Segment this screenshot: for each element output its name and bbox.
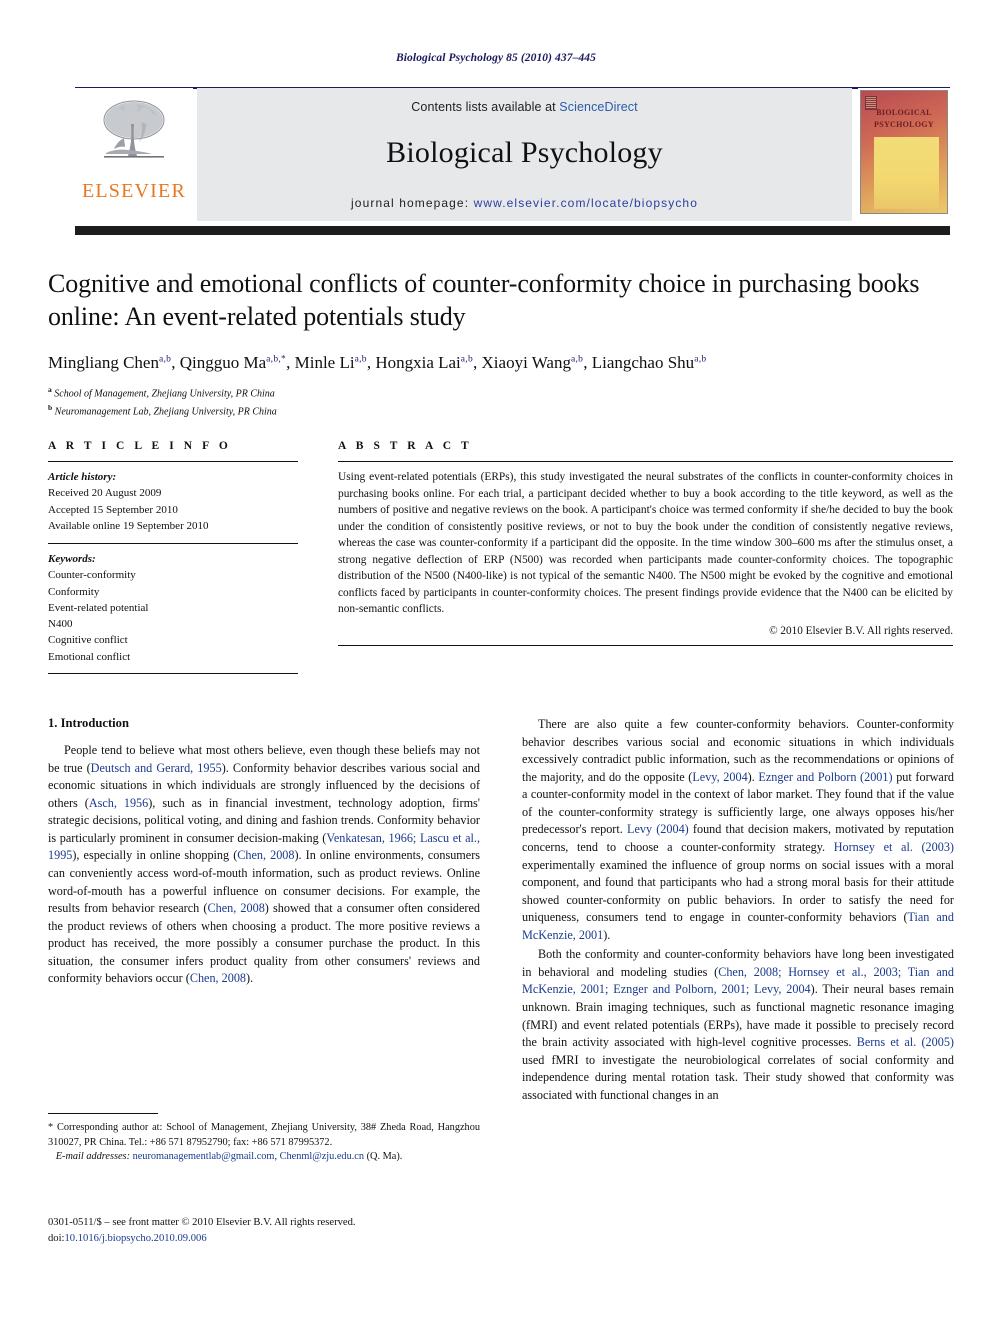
paragraph-text: ). xyxy=(747,769,759,784)
body-column-left: 1. Introduction People tend to believe w… xyxy=(48,716,480,1106)
email-link-1[interactable]: neuromanagementlab@gmail.com xyxy=(133,1151,275,1162)
citation-link[interactable]: Chen, 2008 xyxy=(190,971,246,985)
keywords-list: Counter-conformity Conformity Event-rela… xyxy=(48,567,298,665)
body-paragraph: People tend to believe what most others … xyxy=(48,742,480,988)
abstract-bottom-rule xyxy=(338,644,953,646)
page-title: Cognitive and emotional conflicts of cou… xyxy=(48,269,920,331)
body-columns: 1. Introduction People tend to believe w… xyxy=(48,716,954,1106)
sciencedirect-link[interactable]: ScienceDirect xyxy=(559,100,637,114)
running-head: Biological Psychology 85 (2010) 437–445 xyxy=(395,52,597,64)
doi-line: doi:10.1016/j.biopsycho.2010.09.006 xyxy=(48,1231,548,1247)
journal-article-page: Biological Psychology 85 (2010) 437–445 xyxy=(0,0,992,1323)
cover-title: BIOLOGICAL PSYCHOLOGY xyxy=(861,107,947,130)
title-block: Cognitive and emotional conflicts of cou… xyxy=(48,268,953,419)
imprint-block: 0301-0511/$ – see front matter © 2010 El… xyxy=(48,1215,548,1247)
article-history-list: Received 20 August 2009 Accepted 15 Sept… xyxy=(48,485,298,534)
citation-link[interactable]: Hornsey et al. (2003) xyxy=(834,840,954,854)
citation-link[interactable]: Asch, 1956 xyxy=(89,796,148,810)
elsevier-wordmark: ELSEVIER xyxy=(81,180,187,202)
body-paragraph: There are also quite a few counter-confo… xyxy=(522,716,954,944)
citation-link[interactable]: Berns et al. (2005) xyxy=(857,1035,954,1049)
keyword-item: Event-related potential xyxy=(48,601,149,614)
keyword-item: Counter-conformity xyxy=(48,569,136,582)
email-label: E-mail addresses: xyxy=(55,1151,130,1163)
section-heading-introduction: 1. Introduction xyxy=(48,716,129,730)
elsevier-logo: ELSEVIER xyxy=(75,88,193,221)
article-info-heading: A R T I C L E I N F O xyxy=(48,440,232,452)
elsevier-tree-icon xyxy=(91,94,177,180)
contents-available-line: Contents lists available at ScienceDirec… xyxy=(411,100,637,114)
email-note: E-mail addresses: neuromanagementlab@gma… xyxy=(48,1150,480,1165)
keyword-item: Emotional conflict xyxy=(48,650,131,663)
left-column-paragraphs: People tend to believe what most others … xyxy=(48,742,480,988)
article-info-bottom-rule xyxy=(48,672,298,674)
article-info-top-rule xyxy=(48,461,298,462)
corresponding-author-note: * Corresponding author at: School of Man… xyxy=(48,1122,480,1148)
journal-cover-thumbnail: BIOLOGICAL PSYCHOLOGY xyxy=(858,88,950,221)
citation-link[interactable]: Deutsch and Gerard, 1955 xyxy=(91,761,222,775)
abstract-text: Using event-related potentials (ERPs), t… xyxy=(338,471,953,616)
affiliation-b-text: Neuromanagement Lab, Zhejiang University… xyxy=(54,406,277,418)
body-column-right: There are also quite a few counter-confo… xyxy=(522,716,954,1106)
doi-label: doi: xyxy=(48,1232,65,1244)
email-attribution: (Q. Ma). xyxy=(366,1151,403,1163)
citation-link[interactable]: Levy (2004) xyxy=(627,822,689,836)
author-list: Mingliang Chena,b, Qingguo Maa,b,*, Minl… xyxy=(48,352,707,372)
homepage-url-link[interactable]: www.elsevier.com/locate/biopsycho xyxy=(474,196,698,210)
abstract-top-rule xyxy=(338,461,953,462)
abstract-column: A B S T R A C T Using event-related pote… xyxy=(338,440,953,682)
affiliation-b: b Neuromanagement Lab, Zhejiang Universi… xyxy=(48,402,277,418)
footnote-divider xyxy=(48,1113,158,1115)
citation-link[interactable]: Chen, 2008 xyxy=(237,848,294,862)
paragraph-text: ). xyxy=(246,971,254,986)
masthead-center: Contents lists available at ScienceDirec… xyxy=(197,88,852,221)
contents-prefix: Contents lists available at xyxy=(411,100,560,114)
keyword-item: N400 xyxy=(48,618,73,631)
homepage-prefix: journal homepage: xyxy=(351,196,474,210)
email-link-2[interactable]: Chenml@zju.edu.cn xyxy=(280,1151,364,1162)
paragraph-text: used fMRI to investigate the neurobiolog… xyxy=(522,1052,954,1102)
history-item: Available online 19 September 2010 xyxy=(48,519,209,532)
abstract-heading: A B S T R A C T xyxy=(338,440,473,452)
issn-frontmatter-line: 0301-0511/$ – see front matter © 2010 El… xyxy=(48,1217,356,1228)
paragraph-text: experimentally examined the influence of… xyxy=(522,857,954,925)
journal-title: Biological Psychology xyxy=(386,136,663,169)
affiliation-a-text: School of Management, Zhejiang Universit… xyxy=(54,388,275,400)
paragraph-text: ), especially in online shopping ( xyxy=(72,848,238,863)
abstract-copyright: © 2010 Elsevier B.V. All rights reserved… xyxy=(769,624,953,637)
article-history-label: Article history: xyxy=(48,471,117,483)
footnote-area: * Corresponding author at: School of Man… xyxy=(48,1113,480,1165)
cover-title-line-2: PSYCHOLOGY xyxy=(874,119,934,129)
history-item: Accepted 15 September 2010 xyxy=(48,503,178,516)
cover-title-line-1: BIOLOGICAL xyxy=(876,108,932,117)
citation-link[interactable]: Chen, 2008 xyxy=(207,901,264,915)
cover-image: BIOLOGICAL PSYCHOLOGY xyxy=(860,90,948,214)
article-info-mid-rule xyxy=(48,543,298,545)
affiliation-list: a School of Management, Zhejiang Univers… xyxy=(48,384,953,419)
doi-link[interactable]: 10.1016/j.biopsycho.2010.09.006 xyxy=(64,1233,206,1244)
cover-inner-panel xyxy=(874,137,939,209)
keywords-label: Keywords: xyxy=(48,553,96,566)
keyword-item: Conformity xyxy=(48,585,100,598)
history-item: Received 20 August 2009 xyxy=(48,487,162,500)
keyword-item: Cognitive conflict xyxy=(48,634,128,647)
journal-homepage-line: journal homepage: www.elsevier.com/locat… xyxy=(351,196,698,210)
journal-masthead: ELSEVIER Contents lists available at Sci… xyxy=(75,88,950,221)
article-info-column: A R T I C L E I N F O Article history: R… xyxy=(48,440,298,682)
citation-link[interactable]: Levy, 2004 xyxy=(692,770,747,784)
citation-link[interactable]: Eznger and Polborn (2001) xyxy=(758,770,892,784)
body-paragraph: Both the conformity and counter-conformi… xyxy=(522,946,954,1104)
masthead-bottom-rule xyxy=(75,226,950,235)
paragraph-text: ). xyxy=(603,927,611,942)
affiliation-a: a School of Management, Zhejiang Univers… xyxy=(48,385,275,400)
right-column-paragraphs: There are also quite a few counter-confo… xyxy=(522,716,954,1104)
info-and-abstract: A R T I C L E I N F O Article history: R… xyxy=(48,440,953,682)
